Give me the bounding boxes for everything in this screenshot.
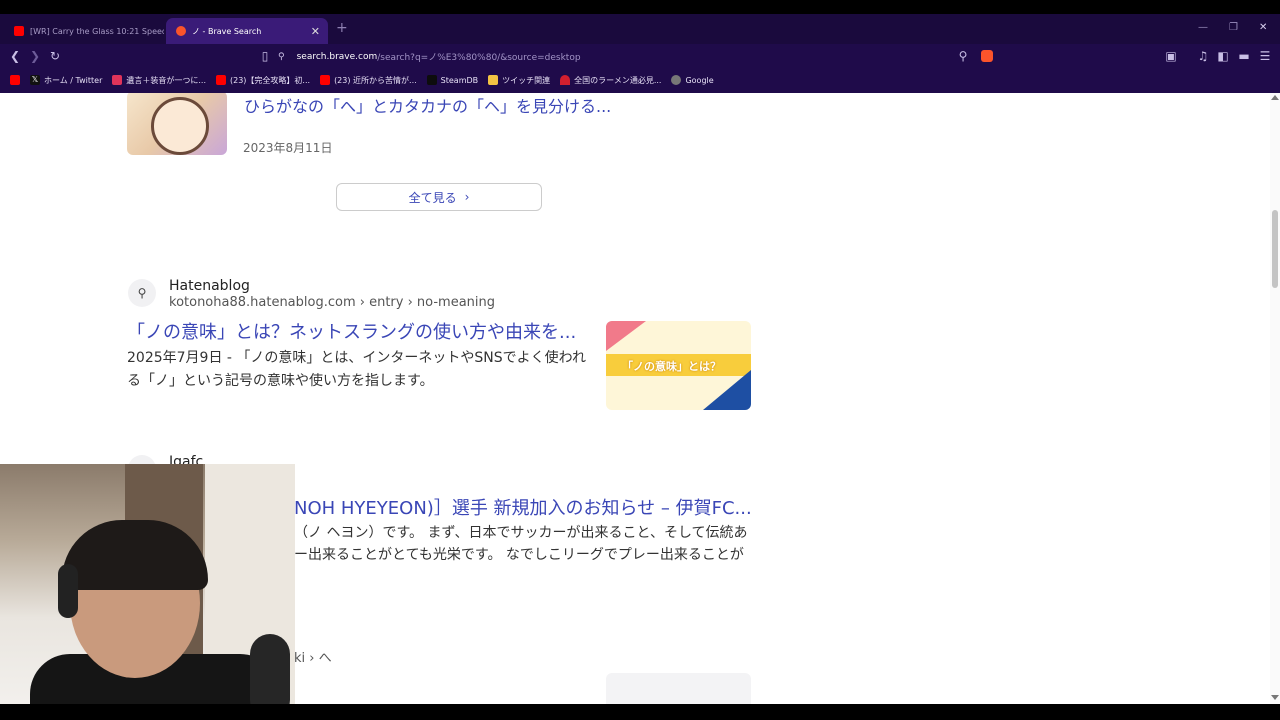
- bookmark-folder[interactable]: ツイッチ関連: [488, 75, 550, 86]
- youtube-icon: [320, 75, 331, 85]
- bookmarks-bar: 𝕏 ホーム / Twitter 遺言＋装音が一つに... (23)【完全攻略】初…: [0, 69, 1280, 91]
- close-tab-icon[interactable]: ✕: [311, 25, 320, 38]
- brave-shields-icon[interactable]: [981, 50, 993, 62]
- minimize-icon[interactable]: —: [1198, 22, 1208, 33]
- headphones-icon: [58, 564, 78, 618]
- result-title[interactable]: ひらがなの「へ」とカタカナの「ヘ」を見分ける...: [244, 93, 611, 117]
- app-icon: [112, 75, 123, 85]
- bookmark-item[interactable]: (23) 近所から苦情が...: [320, 75, 417, 86]
- result-thumbnail[interactable]: [127, 93, 227, 155]
- result-title[interactable]: NOH HYEYEON)］選手 新規加入のお知らせ – 伊賀FC...: [294, 494, 752, 520]
- tab-youtube[interactable]: [WR] Carry the Glass 10:21 Speedrun: [4, 18, 164, 44]
- url-host: search.brave.com: [296, 51, 378, 62]
- result-site-name: Hatenablog: [169, 278, 250, 294]
- new-tab-icon[interactable]: +: [336, 20, 348, 36]
- bookmark-item[interactable]: 全国のラーメン通必見...: [560, 75, 661, 86]
- url-path: /search?q=ノ%E3%80%80/&source=desktop: [377, 53, 581, 63]
- x-icon: 𝕏: [30, 75, 40, 85]
- sidebar-icon[interactable]: ▣: [1163, 48, 1179, 64]
- webcam-overlay: [0, 464, 295, 720]
- thumbnail-band: 「ノの意味」とは？: [606, 354, 751, 376]
- youtube-icon: [14, 26, 24, 36]
- site-settings-icon[interactable]: ⚲: [278, 52, 285, 62]
- scroll-down-icon[interactable]: [1271, 695, 1279, 700]
- result-title[interactable]: 「ノの意味」とは？ネットスラングの使い方や由来を...: [127, 318, 576, 344]
- see-all-button[interactable]: 全て見る ›: [336, 183, 542, 211]
- youtube-icon: [216, 75, 226, 85]
- tab-brave-search[interactable]: ノ - Brave Search ✕: [166, 18, 328, 44]
- brave-search-icon: [176, 26, 186, 36]
- menu-icon[interactable]: ☰: [1257, 48, 1273, 64]
- bookmark-item[interactable]: (23)【完全攻略】初...: [216, 75, 310, 86]
- tab-title: ノ - Brave Search: [192, 26, 262, 36]
- ramen-icon: [560, 75, 571, 85]
- browser-chrome: [WR] Carry the Glass 10:21 Speedrun ノ - …: [0, 14, 1280, 93]
- restore-icon[interactable]: ❐: [1229, 22, 1238, 33]
- zoom-icon[interactable]: ⚲: [955, 48, 971, 64]
- tab-strip: [WR] Carry the Glass 10:21 Speedrun ノ - …: [0, 14, 1280, 44]
- address-bar[interactable]: ⚲ search.brave.com/search?q=ノ%E3%80%80/&…: [278, 47, 998, 66]
- result-url[interactable]: ki › へ: [294, 647, 332, 666]
- toolbar: ❮ ❯ ↻ ▯ ⚲ search.brave.com/search?q=ノ%E3…: [0, 44, 1280, 69]
- thumbnail-decoration: [606, 321, 646, 351]
- back-icon[interactable]: ❮: [7, 48, 23, 64]
- wallet-icon[interactable]: ▬: [1236, 48, 1252, 64]
- bookmark-item[interactable]: Google: [671, 75, 714, 85]
- steamdb-icon: [426, 75, 437, 85]
- media-icon[interactable]: ♫: [1195, 48, 1211, 64]
- chevron-right-icon: ›: [464, 190, 470, 204]
- result-description: （ノ ヘヨン）です。 まず、日本でサッカーが出来ること、そして伝統あ: [294, 525, 748, 541]
- panel-icon[interactable]: ◧: [1215, 48, 1231, 64]
- bookmark-item[interactable]: 遺言＋装音が一つに...: [112, 75, 206, 86]
- youtube-icon: [10, 75, 20, 85]
- thumbnail-decoration: [703, 370, 751, 410]
- globe-icon: [671, 75, 682, 85]
- bookmark-item[interactable]: [10, 75, 24, 85]
- tab-title: [WR] Carry the Glass 10:21 Speedrun: [30, 26, 164, 36]
- bookmark-icon[interactable]: ▯: [257, 48, 273, 64]
- result-date: 2023年8月11日: [243, 141, 333, 155]
- result-thumbnail[interactable]: [606, 673, 751, 704]
- bookmark-item[interactable]: SteamDB: [426, 75, 478, 85]
- bookmark-item[interactable]: 𝕏 ホーム / Twitter: [30, 75, 102, 86]
- site-favicon-icon: ⚲: [128, 279, 156, 307]
- close-window-icon[interactable]: ✕: [1259, 22, 1267, 33]
- letterbox-bar: [0, 704, 1280, 720]
- result-description: 2025年7月9日 - 「ノの意味」とは、インターネットやSNSでよく使われる「…: [127, 350, 586, 389]
- scrollbar-thumb[interactable]: [1272, 210, 1278, 288]
- result-url[interactable]: kotonoha88.hatenablog.com › entry › no-m…: [169, 295, 495, 310]
- reload-icon[interactable]: ↻: [47, 48, 63, 64]
- result-thumbnail[interactable]: 「ノの意味」とは？: [606, 321, 751, 410]
- scroll-up-icon[interactable]: [1271, 95, 1279, 100]
- forward-icon[interactable]: ❯: [27, 48, 43, 64]
- page-scrollbar[interactable]: [1270, 93, 1280, 704]
- result-description: ー出来ることがとても光栄です。 なでしこリーグでプレー出来ることが: [294, 547, 744, 563]
- folder-icon: [488, 75, 499, 85]
